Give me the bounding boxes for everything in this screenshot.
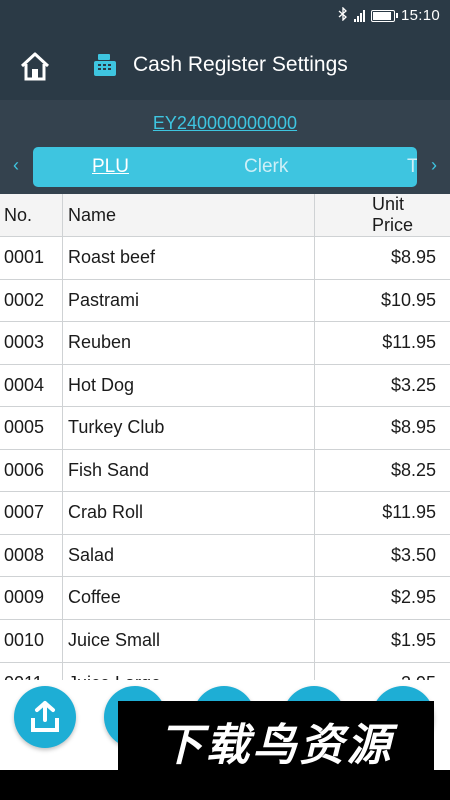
row-no: 0006 bbox=[0, 449, 63, 492]
row-name: Fish Sand bbox=[63, 449, 315, 492]
row-price: $3.50 bbox=[390, 544, 436, 565]
row-price: $2.95 bbox=[390, 587, 436, 608]
tab-plu[interactable]: PLU bbox=[92, 156, 129, 178]
row-no: 0011 bbox=[0, 662, 63, 680]
battery-icon bbox=[370, 9, 398, 22]
row-no: 0004 bbox=[0, 364, 63, 407]
cash-register-icon bbox=[92, 52, 118, 78]
tab-clerk[interactable]: Clerk bbox=[244, 156, 288, 178]
status-time: 15:10 bbox=[400, 7, 440, 24]
row-price: $11.95 bbox=[382, 332, 436, 353]
status-icons: 15:10 bbox=[338, 6, 440, 24]
page-title: Cash Register Settings bbox=[133, 53, 348, 76]
row-price: $10.95 bbox=[380, 289, 436, 310]
row-no: 0002 bbox=[0, 279, 63, 322]
system-nav-strip bbox=[0, 770, 450, 800]
row-name: Reuben bbox=[63, 321, 315, 364]
row-name: Juice Small bbox=[63, 619, 315, 662]
table-header-row: No. Name Unit Price bbox=[0, 194, 450, 237]
row-price: $1.95 bbox=[390, 630, 436, 650]
tab-prev-arrow[interactable]: ‹ bbox=[13, 155, 19, 176]
tab-partial[interactable]: T bbox=[407, 156, 417, 178]
tab-next-arrow[interactable]: › bbox=[431, 155, 437, 176]
row-price: 2.95 bbox=[315, 662, 450, 680]
row-name: Pastrami bbox=[63, 279, 315, 322]
header-name: Name bbox=[63, 194, 315, 236]
device-serial-link[interactable]: EY240000000000 bbox=[0, 113, 450, 134]
row-name: Crab Roll bbox=[63, 491, 315, 534]
table-row[interactable]: 0007 Crab Roll $11.95 bbox=[0, 491, 450, 535]
table-row[interactable]: 0005 Turkey Club $8.95 bbox=[0, 406, 450, 450]
row-no: 0010 bbox=[0, 619, 63, 662]
table-row[interactable]: 0006 Fish Sand $8.25 bbox=[0, 449, 450, 493]
upload-button[interactable] bbox=[14, 686, 76, 748]
row-no: 0007 bbox=[0, 491, 63, 534]
table-row[interactable]: 0011Juice Large2.95 bbox=[0, 662, 450, 680]
home-icon[interactable] bbox=[18, 50, 52, 84]
plu-table: No. Name Unit Price 0001 Roast beef $8.95 0… bbox=[0, 194, 450, 680]
row-name: Roast beef bbox=[63, 236, 315, 279]
row-no: 0003 bbox=[0, 321, 63, 364]
row-price: $8.25 bbox=[390, 459, 436, 480]
signal-icon bbox=[353, 9, 365, 22]
table-row[interactable]: 0003 Reuben $11.95 bbox=[0, 321, 450, 365]
row-no: 0008 bbox=[0, 534, 63, 577]
row-name: Turkey Club bbox=[63, 406, 315, 449]
row-price: $8.95 bbox=[390, 247, 436, 268]
row-price: $11.95 bbox=[382, 502, 436, 523]
header-price: Unit Price bbox=[372, 194, 414, 235]
bluetooth-icon bbox=[338, 6, 348, 24]
header-no: No. bbox=[0, 194, 63, 236]
table-row[interactable]: 0001 Roast beef $8.95 bbox=[0, 236, 450, 280]
tab-strip: PLU Clerk T bbox=[33, 147, 417, 187]
upload-icon bbox=[31, 701, 59, 732]
table-row[interactable]: 0010 Juice Small $1.95 bbox=[0, 619, 450, 663]
row-no: 0001 bbox=[0, 236, 63, 279]
table-row[interactable]: 0008 Salad $3.50 bbox=[0, 534, 450, 578]
watermark: 下载鸟资源 bbox=[118, 701, 434, 772]
row-name: Salad bbox=[63, 534, 315, 577]
table-row[interactable]: 0002 Pastrami $10.95 bbox=[0, 279, 450, 323]
status-bar: 15:10 bbox=[0, 0, 450, 32]
row-no: 0005 bbox=[0, 406, 63, 449]
row-price: $3.25 bbox=[390, 374, 436, 395]
watermark-text: 下载鸟资源 bbox=[158, 721, 394, 770]
app-bar: Cash Register Settings bbox=[0, 32, 450, 100]
row-price: $8.95 bbox=[390, 417, 436, 438]
table-row[interactable]: 0004 Hot Dog $3.25 bbox=[0, 364, 450, 408]
table-row[interactable]: 0009 Coffee $2.95 bbox=[0, 576, 450, 620]
row-name: Juice Large bbox=[63, 662, 315, 680]
row-name: Coffee bbox=[63, 576, 315, 619]
row-no: 0009 bbox=[0, 576, 63, 619]
row-name: Hot Dog bbox=[63, 364, 315, 407]
device-header: EY240000000000 ‹ PLU Clerk T › bbox=[0, 100, 450, 194]
